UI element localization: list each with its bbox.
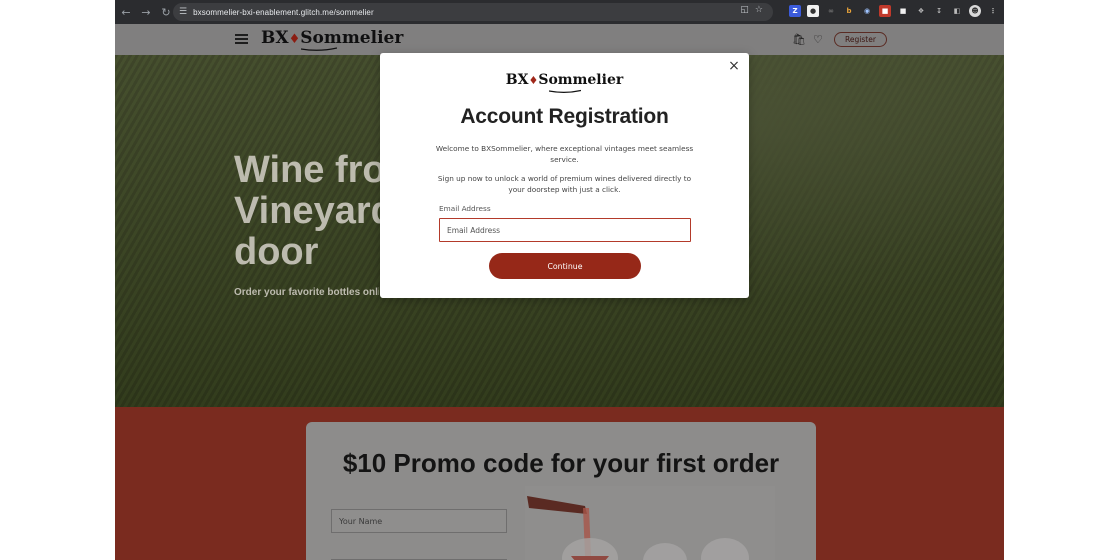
browser-toolbar: ← → ↻ ☰ bxsommelier-bxi-enablement.glitc…: [115, 0, 1004, 24]
extension-orange-icon[interactable]: b: [843, 5, 855, 17]
registration-modal: × BX♦Sommelier Account Registration Welc…: [380, 53, 749, 298]
email-input[interactable]: [439, 218, 691, 242]
email-label: Email Address: [439, 204, 491, 213]
extension-grey-icon[interactable]: ∞: [825, 5, 837, 17]
forward-icon[interactable]: →: [137, 3, 155, 21]
modal-welcome-text: Welcome to BXSommelier, where exceptiona…: [435, 144, 694, 164]
install-icon[interactable]: ◱: [740, 5, 749, 15]
download-icon[interactable]: ↧: [933, 5, 945, 17]
extension-white-icon[interactable]: ●: [807, 5, 819, 17]
back-icon[interactable]: ←: [117, 3, 135, 21]
extension-square-icon[interactable]: ■: [897, 5, 909, 17]
modal-logo-text-left: BX: [505, 72, 529, 88]
more-menu-icon[interactable]: ⋮: [987, 5, 999, 17]
extension-z-icon[interactable]: Z: [789, 5, 801, 17]
extension-red-icon[interactable]: ■: [879, 5, 891, 17]
extension-blue-icon[interactable]: ◉: [861, 5, 873, 17]
extensions-bar: Z ● ∞ b ◉ ■ ■ ❖ ↧ ◧ ☻ ⋮: [789, 5, 999, 17]
browser-window: ← → ↻ ☰ bxsommelier-bxi-enablement.glitc…: [115, 0, 1004, 560]
modal-logo-swoosh-icon: [549, 89, 581, 93]
modal-signup-text: Sign up now to unlock a world of premium…: [437, 174, 692, 194]
modal-logo-text-right: Sommelier: [538, 72, 624, 88]
modal-flame-icon: ♦: [528, 74, 539, 87]
address-bar[interactable]: ☰ bxsommelier-bxi-enablement.glitch.me/s…: [173, 3, 773, 21]
modal-logo: BX♦Sommelier: [380, 72, 749, 88]
site-settings-icon[interactable]: ☰: [179, 7, 187, 17]
profile-avatar-icon[interactable]: ☻: [969, 5, 981, 17]
side-panel-icon[interactable]: ◧: [951, 5, 963, 17]
modal-title: Account Registration: [460, 105, 669, 128]
continue-button[interactable]: Continue: [489, 253, 641, 279]
close-icon[interactable]: ×: [727, 59, 741, 73]
extensions-puzzle-icon[interactable]: ❖: [915, 5, 927, 17]
bookmark-star-icon[interactable]: ☆: [755, 5, 763, 15]
url-text: bxsommelier-bxi-enablement.glitch.me/som…: [193, 7, 374, 17]
